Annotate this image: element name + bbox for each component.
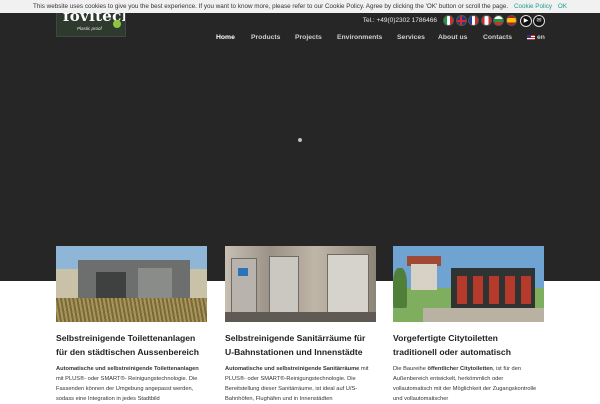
cookie-ok-button[interactable]: OK bbox=[558, 3, 567, 10]
product-card-3: Vorgefertigte Citytoiletten traditionell… bbox=[393, 246, 544, 404]
leaf-icon bbox=[113, 20, 121, 28]
cookie-policy-link[interactable]: Cookie Policy bbox=[514, 3, 552, 10]
nav-projects[interactable]: Projects bbox=[295, 32, 322, 44]
card-title[interactable]: Selbstreinigende Sanitärräume für U-Bahn… bbox=[225, 332, 376, 359]
cookie-text: This website uses cookies to give you th… bbox=[33, 3, 509, 10]
card-image-metro-sanitary[interactable] bbox=[225, 246, 376, 322]
card-image-beach-toilet[interactable] bbox=[56, 246, 207, 322]
phone-number[interactable]: Tel.: +49(0)2302 1786466 bbox=[363, 16, 437, 26]
card-description: Automatische und selbstreinigende Sanitä… bbox=[225, 366, 369, 402]
card-title[interactable]: Vorgefertigte Citytoiletten traditionell… bbox=[393, 332, 544, 359]
italian-flag-icon[interactable] bbox=[443, 15, 454, 26]
slider-dot[interactable] bbox=[298, 138, 302, 142]
language-label: en bbox=[537, 34, 545, 41]
nav-environments[interactable]: Environments bbox=[337, 32, 382, 44]
card-description: Die Baureihe öffentlicher Citytoiletten,… bbox=[393, 366, 537, 402]
mail-icon[interactable]: ✉ bbox=[533, 15, 545, 27]
uk-flag-icon[interactable] bbox=[455, 15, 467, 26]
cookie-bar: This website uses cookies to give you th… bbox=[0, 0, 600, 13]
product-card-2: Selbstreinigende Sanitärräume für U-Bahn… bbox=[225, 246, 376, 404]
language-selector[interactable]: en bbox=[527, 32, 545, 44]
spanish-flag-icon[interactable] bbox=[505, 15, 517, 26]
canadian-flag-icon[interactable] bbox=[480, 15, 492, 26]
language-flags bbox=[443, 15, 517, 26]
youtube-icon[interactable]: ▶ bbox=[520, 15, 532, 27]
logo-tagline: Plastic proof bbox=[77, 26, 102, 31]
card-title[interactable]: Selbstreinigende Toilettenanlagen für de… bbox=[56, 332, 207, 359]
french-flag-icon[interactable] bbox=[468, 15, 479, 26]
nav-home[interactable]: Home bbox=[216, 32, 235, 44]
card-description: Automatische und selbstreinigende Toilet… bbox=[56, 366, 199, 402]
main-nav: Home Products Projects Environments Serv… bbox=[0, 32, 600, 44]
bulgarian-flag-icon[interactable] bbox=[493, 15, 504, 26]
us-flag-icon bbox=[527, 34, 535, 40]
card-image-city-toilet[interactable] bbox=[393, 246, 544, 322]
nav-about-us[interactable]: About us bbox=[438, 32, 467, 44]
nav-products[interactable]: Products bbox=[251, 32, 280, 44]
product-card-1: Selbstreinigende Toilettenanlagen für de… bbox=[56, 246, 207, 404]
nav-contacts[interactable]: Contacts bbox=[483, 32, 512, 44]
site-header: fovitech Plastic proof Tel.: +49(0)2302 … bbox=[0, 11, 600, 45]
nav-services[interactable]: Services bbox=[397, 32, 425, 44]
